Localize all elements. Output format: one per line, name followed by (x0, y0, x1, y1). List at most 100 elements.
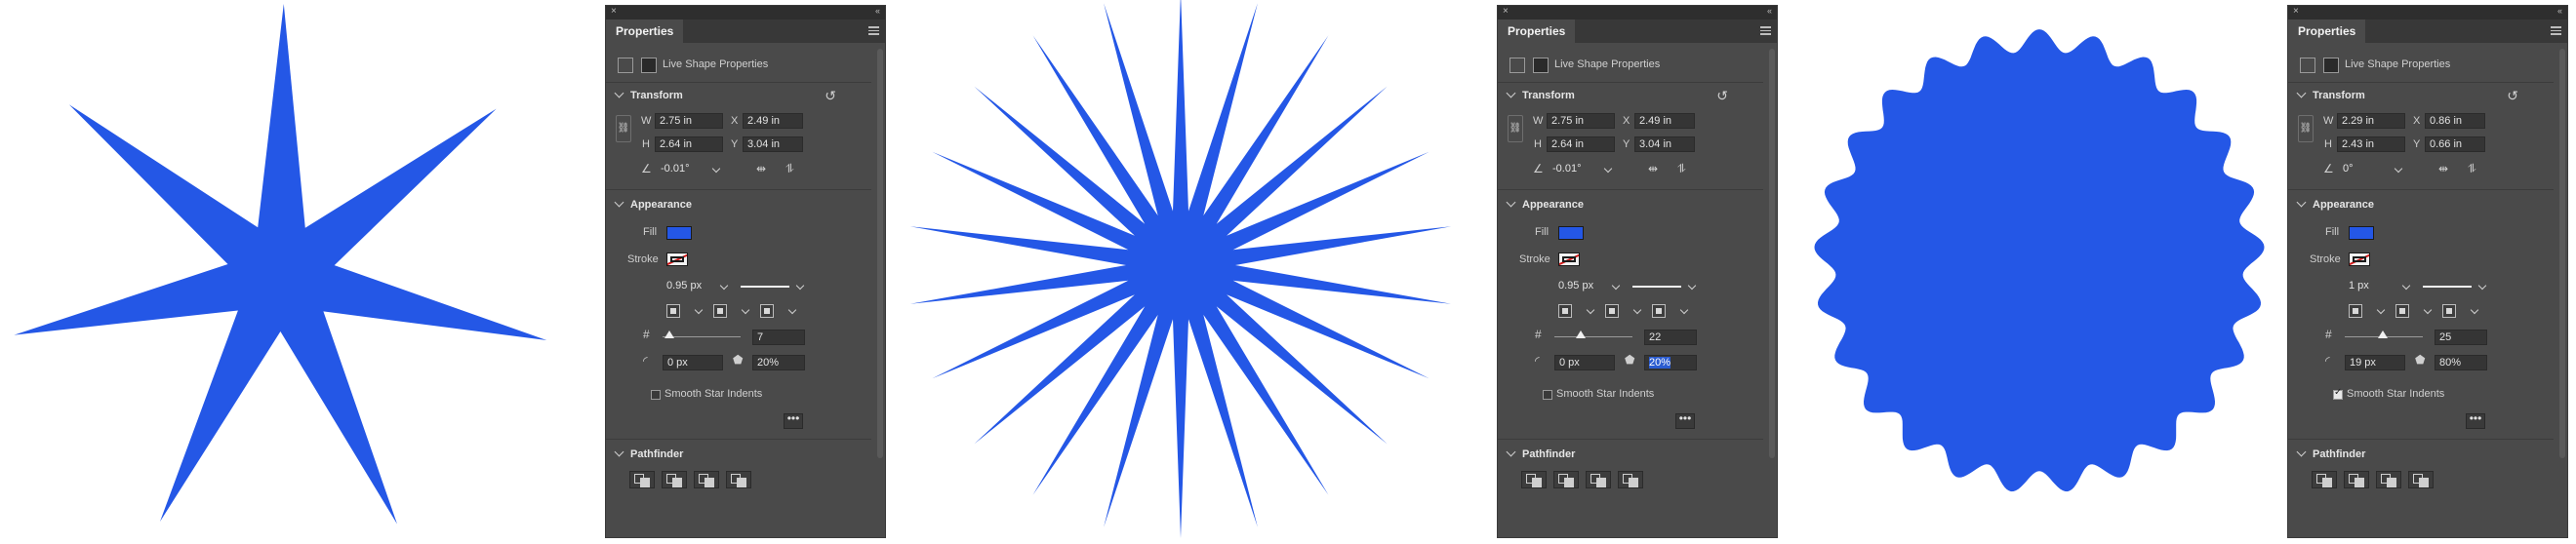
collapse-icon[interactable]: ‹‹ (2557, 6, 2562, 16)
stroke-align-dropdown[interactable] (2349, 303, 2386, 319)
star-7-point-shape[interactable] (0, 0, 585, 544)
stroke-type-dropdown[interactable] (1629, 279, 1697, 294)
pathfinder-section-header[interactable]: Pathfinder (2296, 447, 2365, 460)
points-field[interactable]: 7 (752, 330, 805, 345)
panel-menu-icon[interactable] (868, 26, 879, 35)
stroke-align-dropdown[interactable] (666, 303, 704, 319)
tab-properties[interactable]: Properties (1498, 19, 1576, 43)
intersect-shapes-button[interactable] (694, 471, 719, 488)
width-field[interactable]: 2.75 in (655, 113, 723, 129)
collapse-icon[interactable]: ‹‹ (875, 6, 880, 16)
star-ratio-field[interactable]: 20% (1644, 355, 1697, 370)
close-icon[interactable]: × (611, 6, 617, 17)
reset-icon[interactable]: ↺ (1716, 88, 1728, 104)
more-options-button[interactable]: ••• (2466, 412, 2485, 429)
close-icon[interactable]: × (1503, 6, 1509, 17)
stroke-swatch[interactable] (1558, 253, 1580, 266)
fill-swatch[interactable] (666, 226, 692, 240)
transform-section-header[interactable]: Transform (614, 88, 683, 101)
points-slider-thumb[interactable] (2378, 330, 2388, 338)
y-position-field[interactable]: 0.66 in (2425, 136, 2485, 152)
smooth-star-indents-checkbox[interactable] (2333, 387, 2343, 400)
stroke-caps-dropdown[interactable] (1605, 303, 1642, 319)
stroke-width-dropdown[interactable]: 0.95 px (1554, 279, 1621, 294)
stroke-width-dropdown[interactable]: 0.95 px (663, 279, 729, 294)
flip-horizontal-icon[interactable]: ⇹ (2438, 162, 2448, 175)
subtract-front-shape-button[interactable] (1553, 471, 1579, 488)
tab-properties[interactable]: Properties (606, 19, 684, 43)
fill-swatch[interactable] (1558, 226, 1584, 240)
pathfinder-section-header[interactable]: Pathfinder (614, 447, 683, 460)
exclude-overlap-button[interactable] (2408, 471, 2434, 488)
smooth-star-indents-checkbox[interactable] (651, 390, 661, 400)
x-position-field[interactable]: 2.49 in (743, 113, 803, 129)
stroke-swatch[interactable] (666, 253, 688, 266)
subtract-front-shape-button[interactable] (2344, 471, 2369, 488)
stroke-caps-dropdown[interactable] (713, 303, 750, 319)
stroke-type-dropdown[interactable] (2419, 279, 2487, 294)
x-position-field[interactable]: 0.86 in (2425, 113, 2485, 129)
angle-dropdown[interactable]: 0° (2339, 162, 2403, 177)
transform-section-header[interactable]: Transform (2296, 88, 2365, 101)
angle-field[interactable]: -0.01° (1549, 162, 1599, 177)
corner-radius-field[interactable]: 19 px (2345, 355, 2405, 370)
smooth-star-indents-checkbox[interactable] (1543, 390, 1552, 400)
stroke-width-field[interactable]: 1 px (2345, 279, 2397, 294)
unite-shapes-button[interactable] (1521, 471, 1547, 488)
stroke-width-dropdown[interactable]: 1 px (2345, 279, 2411, 294)
corner-radius-field[interactable]: 0 px (1554, 355, 1615, 370)
points-field[interactable]: 25 (2435, 330, 2487, 345)
y-position-field[interactable]: 3.04 in (743, 136, 803, 152)
flip-horizontal-icon[interactable]: ⇹ (1648, 162, 1658, 175)
flip-vertical-icon[interactable]: ⥮ (785, 162, 794, 176)
panel-scrollbar[interactable] (2559, 49, 2565, 458)
flip-vertical-icon[interactable]: ⥮ (2468, 162, 2476, 176)
unite-shapes-button[interactable] (629, 471, 655, 488)
panel-scrollbar[interactable] (877, 49, 883, 458)
width-field[interactable]: 2.75 in (1547, 113, 1615, 129)
intersect-shapes-button[interactable] (2376, 471, 2401, 488)
points-slider-track[interactable] (663, 336, 741, 337)
height-field[interactable]: 2.64 in (1547, 136, 1615, 152)
stroke-corners-dropdown[interactable] (2442, 303, 2479, 319)
reset-icon[interactable]: ↺ (825, 88, 836, 104)
points-slider-thumb[interactable] (664, 330, 674, 338)
flip-vertical-icon[interactable]: ⥮ (1677, 162, 1686, 176)
link-dimensions-icon[interactable]: ⛓ (1508, 115, 1523, 142)
stroke-swatch[interactable] (2349, 253, 2370, 266)
intersect-shapes-button[interactable] (1586, 471, 1611, 488)
pathfinder-section-header[interactable]: Pathfinder (1506, 447, 1575, 460)
tab-properties[interactable]: Properties (2288, 19, 2366, 43)
width-field[interactable]: 2.29 in (2337, 113, 2405, 129)
stroke-caps-dropdown[interactable] (2395, 303, 2433, 319)
appearance-section-header[interactable]: Appearance (1506, 197, 1584, 211)
stroke-corners-dropdown[interactable] (760, 303, 797, 319)
height-field[interactable]: 2.43 in (2337, 136, 2405, 152)
stroke-width-field[interactable]: 0.95 px (663, 279, 715, 294)
wavy-seal-shape[interactable] (1795, 0, 2283, 544)
star-ratio-field[interactable]: 80% (2435, 355, 2487, 370)
fill-swatch[interactable] (2349, 226, 2374, 240)
exclude-overlap-button[interactable] (1618, 471, 1643, 488)
corner-radius-field[interactable]: 0 px (663, 355, 723, 370)
link-dimensions-icon[interactable]: ⛓ (616, 115, 631, 142)
transform-section-header[interactable]: Transform (1506, 88, 1575, 101)
angle-field[interactable]: -0.01° (657, 162, 707, 177)
appearance-section-header[interactable]: Appearance (2296, 197, 2374, 211)
more-options-button[interactable]: ••• (784, 412, 803, 429)
panel-menu-icon[interactable] (1760, 26, 1771, 35)
exclude-overlap-button[interactable] (726, 471, 751, 488)
subtract-front-shape-button[interactable] (662, 471, 687, 488)
collapse-icon[interactable]: ‹‹ (1767, 6, 1772, 16)
points-slider-track[interactable] (1554, 336, 1632, 337)
unite-shapes-button[interactable] (2312, 471, 2337, 488)
x-position-field[interactable]: 2.49 in (1634, 113, 1695, 129)
angle-dropdown[interactable]: -0.01° (657, 162, 721, 177)
points-field[interactable]: 22 (1644, 330, 1697, 345)
stroke-corners-dropdown[interactable] (1652, 303, 1689, 319)
stroke-align-dropdown[interactable] (1558, 303, 1595, 319)
link-dimensions-icon[interactable]: ⛓ (2298, 115, 2314, 142)
close-icon[interactable]: × (2293, 6, 2299, 17)
angle-field[interactable]: 0° (2339, 162, 2390, 177)
points-slider-thumb[interactable] (1576, 330, 1586, 338)
